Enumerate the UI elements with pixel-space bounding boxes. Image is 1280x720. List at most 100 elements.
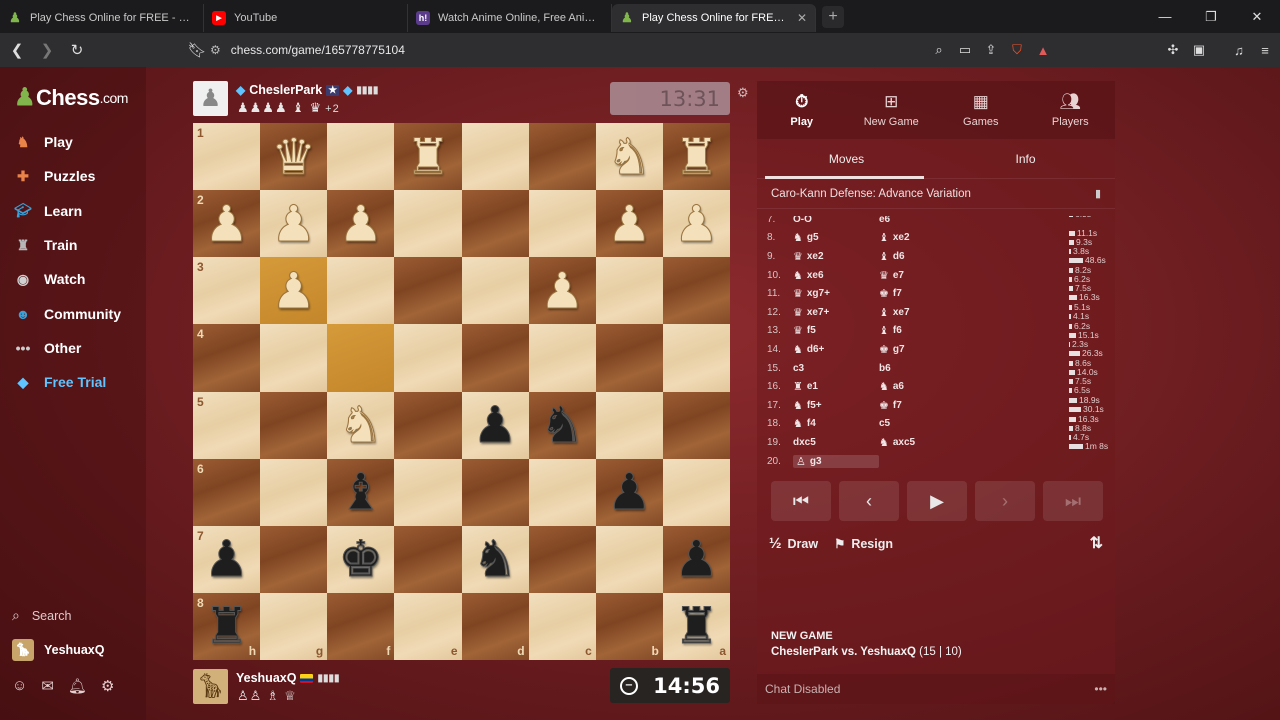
book-icon[interactable]: ▮ bbox=[1095, 187, 1101, 200]
white-knight[interactable]: ♞ bbox=[338, 400, 384, 451]
sidebar-item-watch[interactable]: ◉ Watch bbox=[12, 262, 142, 296]
settings-icon[interactable]: ⚙ bbox=[101, 677, 114, 695]
tab-moves[interactable]: Moves bbox=[757, 139, 936, 179]
next-move-play-button[interactable]: ▶ bbox=[907, 481, 967, 521]
resign-button[interactable]: ⚑ Resign bbox=[834, 536, 893, 551]
square-f6[interactable]: ♝ bbox=[327, 458, 395, 526]
black-move[interactable]: b6 bbox=[879, 363, 965, 374]
square-e7[interactable] bbox=[394, 525, 462, 593]
white-move[interactable]: ♞ g5 bbox=[793, 231, 879, 244]
square-g1[interactable]: ♛ bbox=[260, 123, 328, 191]
tab-players[interactable]: 👥︎ Players bbox=[1026, 81, 1116, 139]
square-b3[interactable] bbox=[595, 257, 663, 325]
square-g2[interactable]: ♟ bbox=[260, 190, 328, 258]
square-a3[interactable] bbox=[662, 257, 730, 325]
black-move[interactable]: ♝ d6 bbox=[879, 250, 965, 263]
white-move[interactable]: ♞ f5+ bbox=[793, 399, 879, 412]
next-move-button[interactable]: › bbox=[975, 481, 1035, 521]
sidebar-item-play[interactable]: ♞ Play bbox=[12, 125, 142, 159]
square-a1[interactable]: ♜ bbox=[662, 123, 730, 191]
black-move[interactable]: ♚ f7 bbox=[879, 399, 965, 412]
black-move[interactable]: c5 bbox=[879, 418, 965, 429]
square-a6[interactable] bbox=[662, 458, 730, 526]
forward-button[interactable]: ❯ bbox=[34, 37, 60, 63]
square-d2[interactable] bbox=[461, 190, 529, 258]
close-tab-icon[interactable]: ✕ bbox=[797, 11, 807, 25]
square-b2[interactable]: ♟ bbox=[595, 190, 663, 258]
white-queen[interactable]: ♛ bbox=[271, 131, 317, 182]
mail-icon[interactable]: ✉ bbox=[41, 677, 54, 695]
black-rook[interactable]: ♜ bbox=[674, 601, 720, 652]
extensions-icon[interactable]: ✣ bbox=[1160, 37, 1186, 63]
square-h5[interactable]: 5 bbox=[193, 391, 261, 459]
black-knight[interactable]: ♞ bbox=[539, 400, 585, 451]
square-f7[interactable]: ♚ bbox=[327, 525, 395, 593]
square-f5[interactable]: ♞ bbox=[327, 391, 395, 459]
square-h4[interactable]: 4 bbox=[193, 324, 261, 392]
tab-games[interactable]: ▦ Games bbox=[936, 81, 1026, 139]
square-e1[interactable]: ♜ bbox=[394, 123, 462, 191]
more-options-icon[interactable]: ••• bbox=[1094, 682, 1107, 696]
square-a2[interactable]: ♟ bbox=[662, 190, 730, 258]
white-rook[interactable]: ♜ bbox=[674, 131, 720, 182]
square-c8[interactable]: c bbox=[528, 592, 596, 660]
close-window-button[interactable]: ✕ bbox=[1234, 0, 1280, 33]
bell-icon[interactable]: 🔔︎ bbox=[68, 677, 87, 695]
white-rook[interactable]: ♜ bbox=[405, 131, 451, 182]
black-move[interactable]: ♚ f7 bbox=[879, 287, 965, 300]
black-pawn[interactable]: ♟ bbox=[472, 400, 518, 451]
black-move[interactable]: ♝ xe2 bbox=[879, 231, 965, 244]
square-e2[interactable] bbox=[394, 190, 462, 258]
white-move[interactable]: ♛ xe7+ bbox=[793, 306, 879, 319]
tab-play[interactable]: ⏱ Play bbox=[757, 81, 847, 139]
reload-button[interactable]: ↻ bbox=[64, 37, 90, 63]
sidebar-profile[interactable]: 🦒︎ YeshuaxQ bbox=[12, 639, 142, 661]
sidebar-item-other[interactable]: ••• Other bbox=[12, 331, 142, 365]
square-d5[interactable]: ♟ bbox=[461, 391, 529, 459]
white-pawn[interactable]: ♟ bbox=[606, 198, 652, 249]
white-move[interactable]: ♛ xe2 bbox=[793, 250, 879, 263]
square-f8[interactable]: f bbox=[327, 592, 395, 660]
square-e3[interactable] bbox=[394, 257, 462, 325]
white-move[interactable]: dxc5 bbox=[793, 437, 879, 448]
black-move[interactable]: ♝ xe7 bbox=[879, 306, 965, 319]
player-avatar[interactable]: 🦒︎ bbox=[193, 669, 228, 704]
back-button[interactable]: ❮ bbox=[4, 37, 30, 63]
cast-icon[interactable]: ▭ bbox=[952, 37, 978, 63]
white-move[interactable]: c3 bbox=[793, 363, 879, 374]
square-f2[interactable]: ♟ bbox=[327, 190, 395, 258]
black-pawn[interactable]: ♟ bbox=[606, 467, 652, 518]
zoom-icon[interactable]: ⌕ bbox=[926, 37, 952, 63]
square-e8[interactable]: e bbox=[394, 592, 462, 660]
black-rook[interactable]: ♜ bbox=[204, 601, 250, 652]
square-b1[interactable]: ♞ bbox=[595, 123, 663, 191]
square-d6[interactable] bbox=[461, 458, 529, 526]
minimize-button[interactable]: — bbox=[1142, 0, 1188, 33]
square-b6[interactable]: ♟ bbox=[595, 458, 663, 526]
square-h2[interactable]: 2 ♟ bbox=[193, 190, 261, 258]
browser-tab-4[interactable]: ♟ Play Chess Online for FREE - 2 Pl ✕ bbox=[612, 4, 816, 32]
menu-icon[interactable]: ≡ bbox=[1252, 37, 1278, 63]
board-settings-icon[interactable]: ⚙ bbox=[737, 85, 749, 101]
white-move[interactable]: ♛ xg7+ bbox=[793, 287, 879, 300]
draw-button[interactable]: ½ Draw bbox=[769, 535, 818, 552]
square-d7[interactable]: ♞ bbox=[461, 525, 529, 593]
opponent-avatar[interactable]: ♟ bbox=[193, 81, 228, 116]
brave-shield-icon[interactable]: ⛉ bbox=[1004, 37, 1030, 63]
white-pawn[interactable]: ♟ bbox=[271, 198, 317, 249]
white-move[interactable]: O-O bbox=[793, 216, 879, 225]
black-move[interactable]: ♛ e7 bbox=[879, 269, 965, 282]
square-h1[interactable]: 1 bbox=[193, 123, 261, 191]
square-c2[interactable] bbox=[528, 190, 596, 258]
media-icon[interactable]: ♫ bbox=[1226, 37, 1252, 63]
white-pawn[interactable]: ♟ bbox=[674, 198, 720, 249]
white-pawn[interactable]: ♟ bbox=[271, 265, 317, 316]
square-e5[interactable] bbox=[394, 391, 462, 459]
opponent-name[interactable]: CheslerPark bbox=[249, 83, 322, 97]
share-icon[interactable]: ⇪ bbox=[978, 37, 1004, 63]
square-g8[interactable]: g bbox=[260, 592, 328, 660]
black-knight[interactable]: ♞ bbox=[472, 534, 518, 585]
chess-board[interactable]: 1 ♛ ♜ ♞ ♜ 2 ♟ ♟ ♟ ♟ ♟ 3 ♟ ♟ 4 5 ♞ ♟ ♞ 6 ♝ ♟ 7 ♟ ♚ ♞ ♟ 8 h ♜ g f e d c b a ♜ bbox=[193, 123, 730, 660]
last-move-button[interactable]: ⏭ bbox=[1043, 481, 1103, 521]
square-b5[interactable] bbox=[595, 391, 663, 459]
